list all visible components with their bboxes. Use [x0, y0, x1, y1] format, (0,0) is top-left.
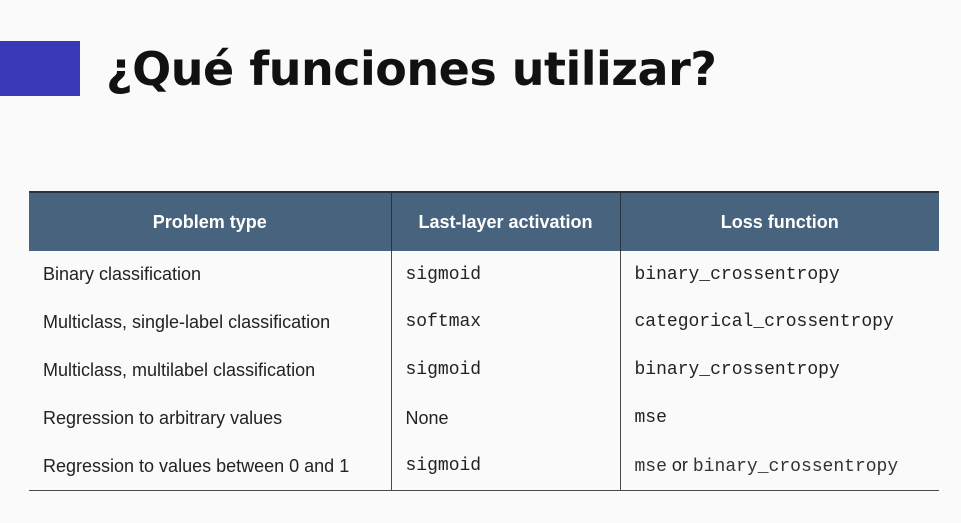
loss-cell: mse: [619, 394, 939, 442]
loss-cell: binary_crossentropy: [619, 251, 939, 298]
table-body: Binary classification sigmoid binary_cro…: [29, 251, 939, 491]
activation-cell: sigmoid: [390, 442, 620, 491]
table-header: Problem type Last-layer activation Loss …: [29, 191, 939, 251]
loss-cell: categorical_crossentropy: [619, 298, 939, 346]
table-row: Regression to values between 0 and 1 sig…: [29, 442, 939, 491]
loss-part-mse: mse: [634, 457, 667, 477]
loss-cell: binary_crossentropy: [619, 346, 939, 394]
slide: ¿Qué funciones utilizar? Problem type La…: [0, 0, 961, 523]
header-row: Problem type Last-layer activation Loss …: [29, 191, 939, 251]
activation-cell: None: [390, 394, 620, 442]
loss-cell: mse or binary_crossentropy: [619, 442, 939, 491]
table-row: Regression to arbitrary values None mse: [29, 394, 939, 442]
header-problem-type: Problem type: [29, 191, 391, 251]
header-last-layer-activation: Last-layer activation: [390, 191, 620, 251]
problem-type-cell: Regression to arbitrary values: [43, 407, 283, 428]
problem-type-cell: Multiclass, multilabel classification: [43, 359, 316, 380]
table-row: Multiclass, multilabel classification si…: [29, 346, 939, 394]
functions-table: Problem type Last-layer activation Loss …: [29, 191, 939, 491]
activation-cell: sigmoid: [390, 346, 620, 394]
table-row: Binary classification sigmoid binary_cro…: [29, 251, 939, 298]
header-loss-function: Loss function: [619, 191, 939, 251]
problem-type-cell: Regression to values between 0 and 1: [29, 442, 391, 491]
accent-bar: [0, 41, 80, 96]
problem-type-cell: Binary classification: [43, 264, 202, 284]
table-row: Multiclass, single-label classification …: [29, 298, 939, 346]
problem-type-cell: Multiclass, single-label classification: [43, 311, 331, 332]
loss-joiner: or: [666, 455, 693, 475]
activation-cell: sigmoid: [390, 251, 620, 298]
loss-part-binary-crossentropy: binary_crossentropy: [692, 457, 899, 477]
slide-title: ¿Qué funciones utilizar?: [106, 42, 717, 96]
activation-cell: softmax: [390, 298, 620, 346]
